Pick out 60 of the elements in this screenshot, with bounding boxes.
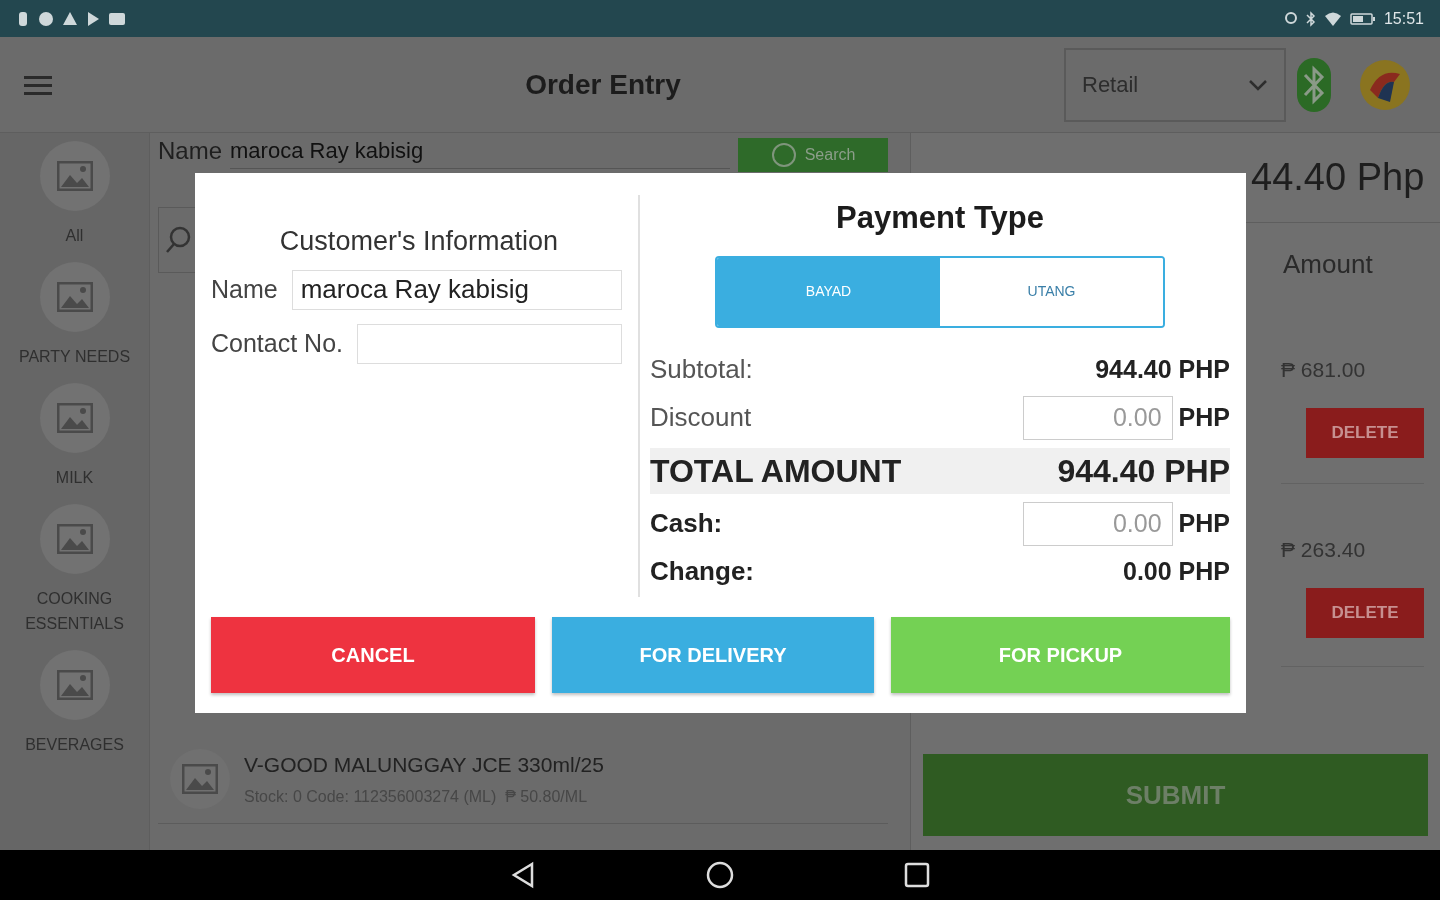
notification-icon [16,10,30,27]
dialog-button[interactable]: FOR DELIVERY [552,617,874,693]
payment-type-tab[interactable]: BAYAD [717,257,940,326]
back-icon[interactable] [510,861,536,889]
play-icon [86,10,100,27]
product-name: V-GOOD MALUNGGAY JCE 330ml/25 [244,752,604,779]
dialog-button[interactable]: CANCEL [211,617,535,693]
price-type-dropdown[interactable]: Retail [1064,47,1286,122]
clock-text: 15:51 [1383,8,1424,29]
item-amount: ₱ 263.40 [1281,537,1366,563]
row-label: Subtotal: [650,353,753,386]
search-button[interactable]: Search [738,138,889,172]
amount-value: 944.40 PHP [1095,353,1230,385]
submit-button[interactable]: SUBMIT [923,754,1428,836]
category-label[interactable]: COOKING ESSENTIALS [14,586,135,636]
category-label[interactable]: All [14,223,135,248]
image-icon [182,764,218,794]
search-icon[interactable] [165,226,191,254]
field-label: Name [211,273,278,305]
row-label: Cash: [650,507,723,540]
category-label[interactable]: BEVERAGES [14,732,135,757]
row-label: Change: [650,555,754,588]
category-label[interactable]: PARTY NEEDS [14,344,135,369]
column-header: Amount [1283,249,1373,279]
bluetooth-icon[interactable] [1296,56,1332,113]
text-field[interactable]: maroca Ray kabisig [291,269,622,310]
image-icon [56,282,93,312]
unit-label: PHP [1178,401,1230,433]
delete-button[interactable]: DELETE [1306,587,1424,638]
image-icon [56,670,93,700]
field-label: Contact No. [211,327,343,359]
image-icon [56,403,93,433]
delete-button[interactable]: DELETE [1306,407,1424,458]
wifi-icon [1323,10,1342,27]
amount-value: 944.40 PHP [1057,451,1230,491]
recents-icon[interactable] [904,862,930,888]
image-icon [56,161,93,191]
section-title: Customer's Information [279,225,559,258]
bluetooth-icon [1305,10,1316,27]
row-label: TOTAL AMOUNT [650,451,902,491]
unit-label: PHP [1178,507,1230,539]
section-title: Payment Type [836,199,1044,237]
image-icon [56,524,93,554]
screen-title: Order Entry [525,67,681,102]
battery-icon [1349,11,1376,26]
text-field[interactable] [357,323,622,364]
amount-value: 0.00 PHP [1123,555,1230,587]
dialog-button[interactable]: FOR PICKUP [891,617,1230,693]
number-field[interactable]: 0.00 [1022,501,1173,546]
name-label: Name [158,136,223,166]
chevron-down-icon [1248,78,1268,91]
name-input[interactable]: maroca Ray kabisig [230,133,731,169]
row-label: Discount [650,401,752,434]
menu-icon[interactable] [24,73,52,96]
avatar-icon[interactable] [1360,59,1410,110]
cart-total: 44.40 Php [1251,155,1425,200]
home-icon[interactable] [706,861,734,889]
number-field[interactable]: 0.00 [1022,395,1173,440]
item-amount: ₱ 681.00 [1281,357,1366,383]
search-icon [770,142,797,168]
